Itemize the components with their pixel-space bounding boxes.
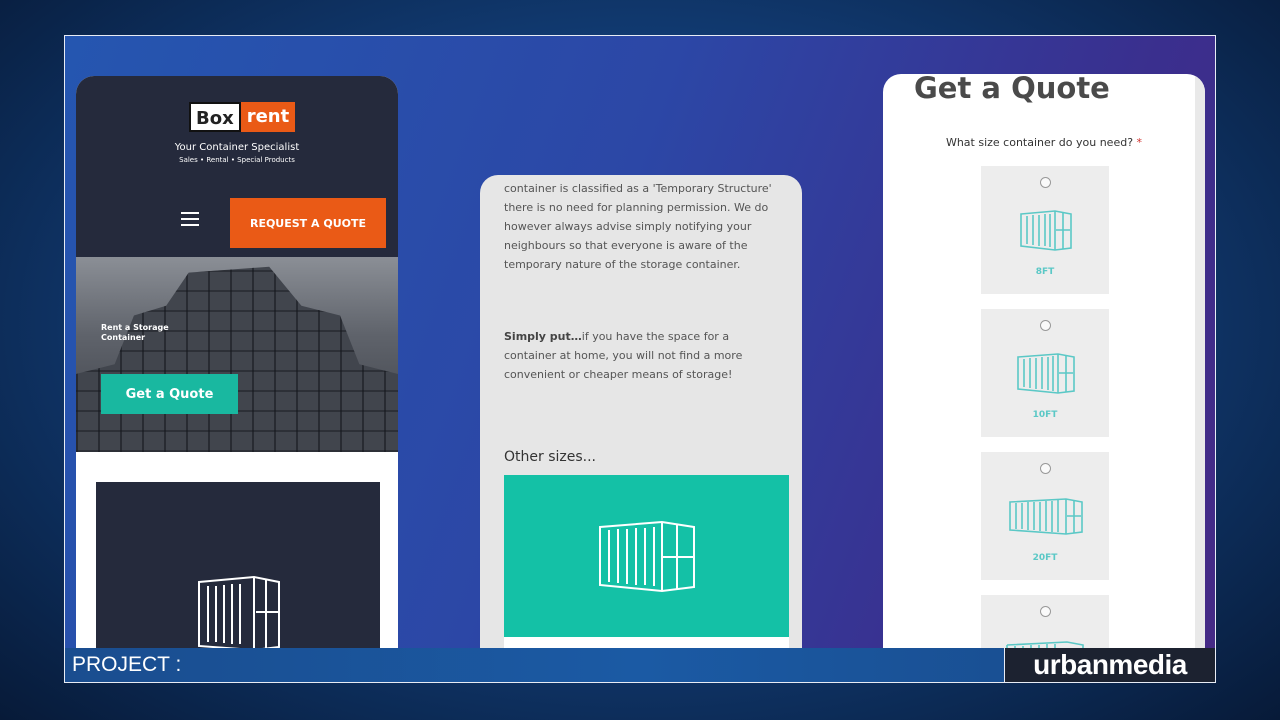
- article-paragraph: container is classified as a 'Temporary …: [504, 182, 772, 271]
- site-header: Box rent Your Container Specialist Sales…: [76, 76, 398, 257]
- article-paragraph-2: Simply put…if you have the space for a c…: [504, 327, 784, 384]
- logo-rent-text: rent: [240, 102, 296, 132]
- size-option-20ft[interactable]: 20FT: [981, 452, 1109, 580]
- boxrent-logo[interactable]: Box rent: [189, 102, 296, 132]
- site-tagline: Your Container Specialist: [174, 142, 300, 153]
- phone-mockup-home: Box rent Your Container Specialist Sales…: [76, 76, 398, 649]
- size-label: 8FT: [1035, 267, 1055, 277]
- hero-heading: Rent a Storage Container: [101, 323, 169, 342]
- size-option-partial[interactable]: [981, 595, 1109, 649]
- container-20ft-icon: [1009, 498, 1083, 535]
- radio-button[interactable]: [1040, 606, 1051, 617]
- article-bold-lead: Simply put…: [504, 330, 582, 343]
- container-icon: [198, 575, 280, 649]
- video-frame: Box rent Your Container Specialist Sales…: [64, 35, 1216, 650]
- radio-button[interactable]: [1040, 320, 1051, 331]
- radio-button[interactable]: [1040, 463, 1051, 474]
- other-sizes-heading: Other sizes...: [504, 449, 596, 465]
- hero-banner: Rent a Storage Container Get a Quote: [76, 257, 398, 452]
- lower-third-bar: PROJECT : urbanmedia: [64, 648, 1216, 683]
- container-8ft-icon: [1020, 210, 1072, 251]
- urbanmedia-logo: urbanmedia: [1004, 648, 1215, 682]
- phone-mockup-article: container is classified as a 'Temporary …: [480, 175, 802, 649]
- size-option-8ft[interactable]: 8FT: [981, 166, 1109, 294]
- site-subtagline: Sales • Rental • Special Products: [179, 156, 295, 164]
- size-label: 10FT: [1032, 410, 1058, 420]
- phone-mockup-quote-form: Get a Quote What size container do you n…: [883, 74, 1205, 649]
- size-option-10ft[interactable]: 10FT: [981, 309, 1109, 437]
- required-mark: *: [1136, 136, 1143, 149]
- hero-get-quote-button[interactable]: Get a Quote: [101, 374, 238, 414]
- hamburger-menu-icon[interactable]: [181, 212, 199, 230]
- quote-title: Get a Quote: [914, 74, 1110, 105]
- container-icon: [599, 520, 695, 593]
- radio-button[interactable]: [1040, 177, 1051, 188]
- container-size-question: What size container do you need? *: [883, 136, 1205, 149]
- container-10ft-icon: [1017, 353, 1075, 394]
- logo-box-text: Box: [189, 102, 241, 132]
- other-size-card[interactable]: [504, 475, 789, 637]
- request-quote-button[interactable]: REQUEST A QUOTE: [230, 198, 386, 248]
- question-text: What size container do you need?: [945, 136, 1134, 149]
- size-label: 20FT: [1032, 553, 1058, 563]
- project-label: PROJECT :: [72, 653, 182, 676]
- container-card: [96, 482, 380, 649]
- container-stack-image: [76, 266, 398, 452]
